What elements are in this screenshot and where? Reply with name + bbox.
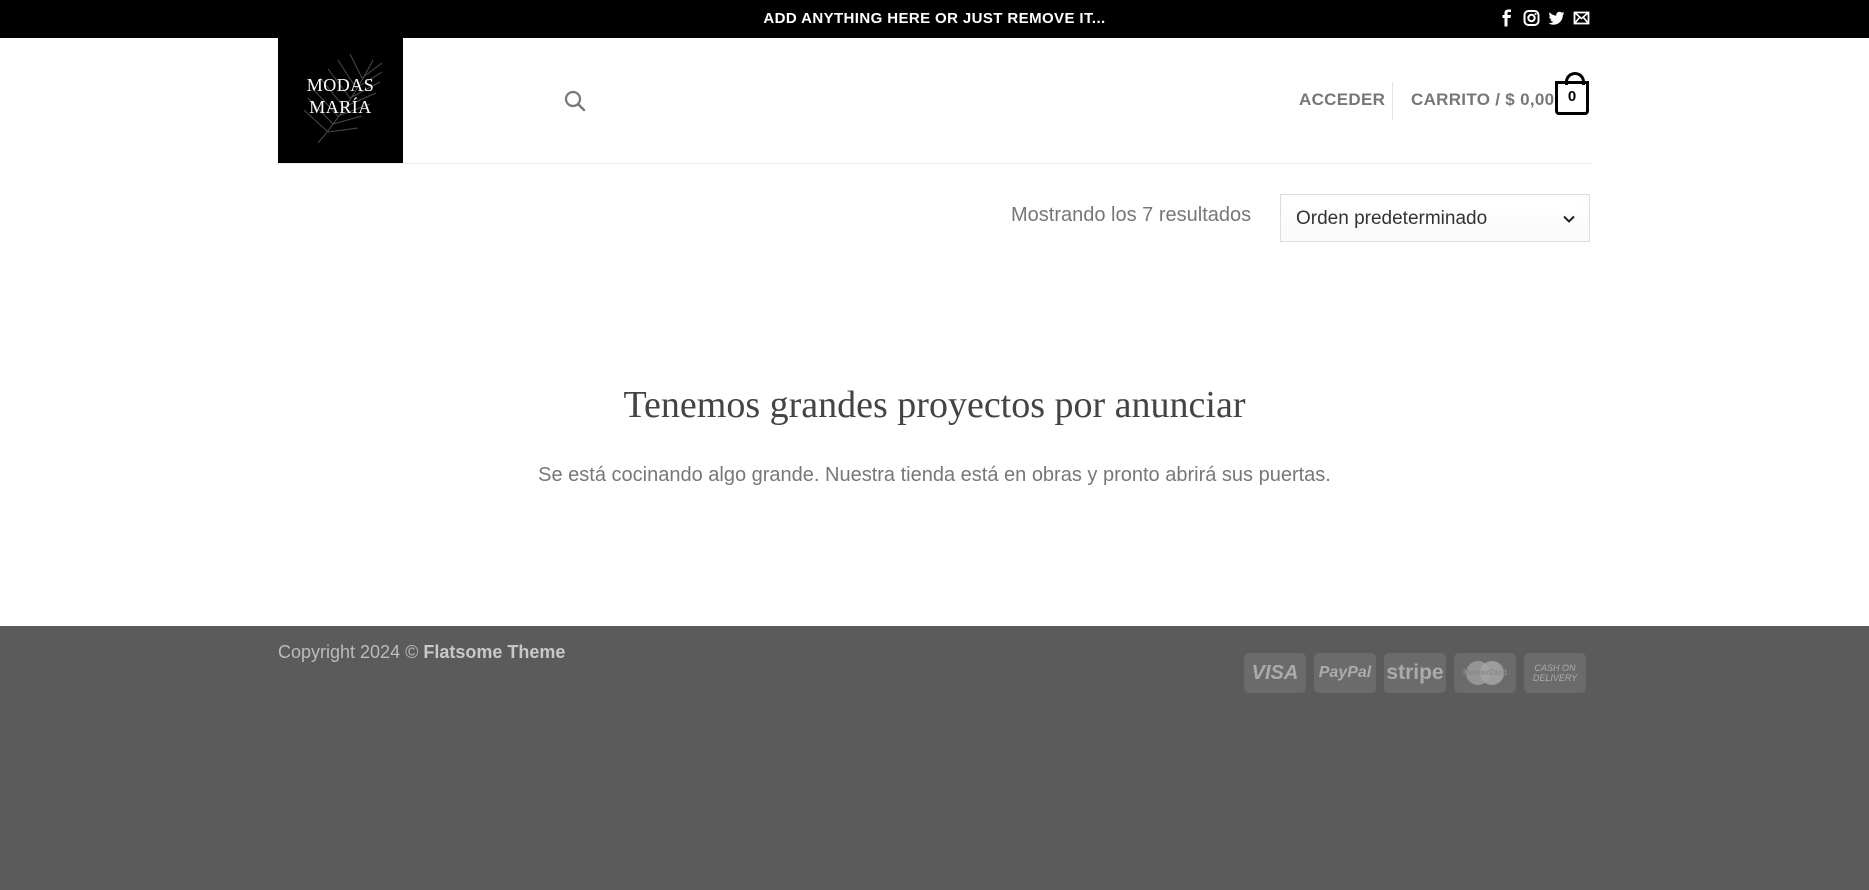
site-logo[interactable]: MODAS MARÍA bbox=[278, 38, 403, 163]
login-link[interactable]: ACCEDER bbox=[1299, 90, 1385, 110]
mastercard-label: MasterCard bbox=[1462, 668, 1507, 677]
instagram-icon[interactable] bbox=[1523, 9, 1540, 27]
copyright-text: Copyright 2024 © Flatsome Theme bbox=[278, 642, 565, 663]
twitter-icon[interactable] bbox=[1548, 9, 1565, 27]
cod-line-1: CASH ON bbox=[1534, 663, 1576, 673]
cart-link[interactable]: CARRITO / $ 0,00 bbox=[1411, 90, 1554, 110]
site-footer: Copyright 2024 © Flatsome Theme VISA Pay… bbox=[0, 626, 1869, 890]
copyright-prefix: Copyright 2024 © bbox=[278, 642, 424, 662]
mastercard-icon: MasterCard bbox=[1454, 653, 1516, 693]
copyright-brand-link[interactable]: Flatsome Theme bbox=[423, 642, 565, 662]
stripe-icon: stripe bbox=[1384, 653, 1446, 693]
logo-line-1: MODAS bbox=[306, 75, 375, 95]
page-subtext: Se está cocinando algo grande. Nuestra t… bbox=[538, 464, 1331, 486]
results-count: Mostrando los 7 resultados bbox=[1011, 204, 1252, 226]
facebook-icon[interactable] bbox=[1498, 9, 1515, 27]
social-icons bbox=[1498, 9, 1590, 29]
cod-line-2: DELIVERY bbox=[1532, 673, 1578, 683]
chevron-down-icon bbox=[1561, 211, 1577, 227]
cart-count-icon[interactable]: 0 bbox=[1555, 72, 1589, 115]
cash-on-delivery-icon: CASH ON DELIVERY bbox=[1524, 653, 1586, 693]
sort-selected-value: Orden predeterminado bbox=[1296, 208, 1488, 229]
site-header: MODAS MARÍA ACCEDER CARRITO / $ 0,00 0 bbox=[278, 38, 1591, 164]
paypal-icon: PayPal bbox=[1314, 653, 1376, 693]
envelope-icon[interactable] bbox=[1573, 9, 1590, 27]
top-bar: ADD ANYTHING HERE OR JUST REMOVE IT... bbox=[0, 0, 1869, 38]
payment-icons: VISA PayPal stripe MasterCard CASH ON DE… bbox=[1244, 653, 1586, 693]
sort-select[interactable]: Orden predeterminado bbox=[1280, 194, 1590, 242]
page-heading: Tenemos grandes proyectos por anunciar bbox=[623, 384, 1246, 426]
search-icon[interactable] bbox=[564, 90, 586, 112]
visa-icon: VISA bbox=[1244, 653, 1306, 693]
header-divider bbox=[1392, 82, 1393, 120]
logo-line-2: MARÍA bbox=[309, 97, 372, 117]
